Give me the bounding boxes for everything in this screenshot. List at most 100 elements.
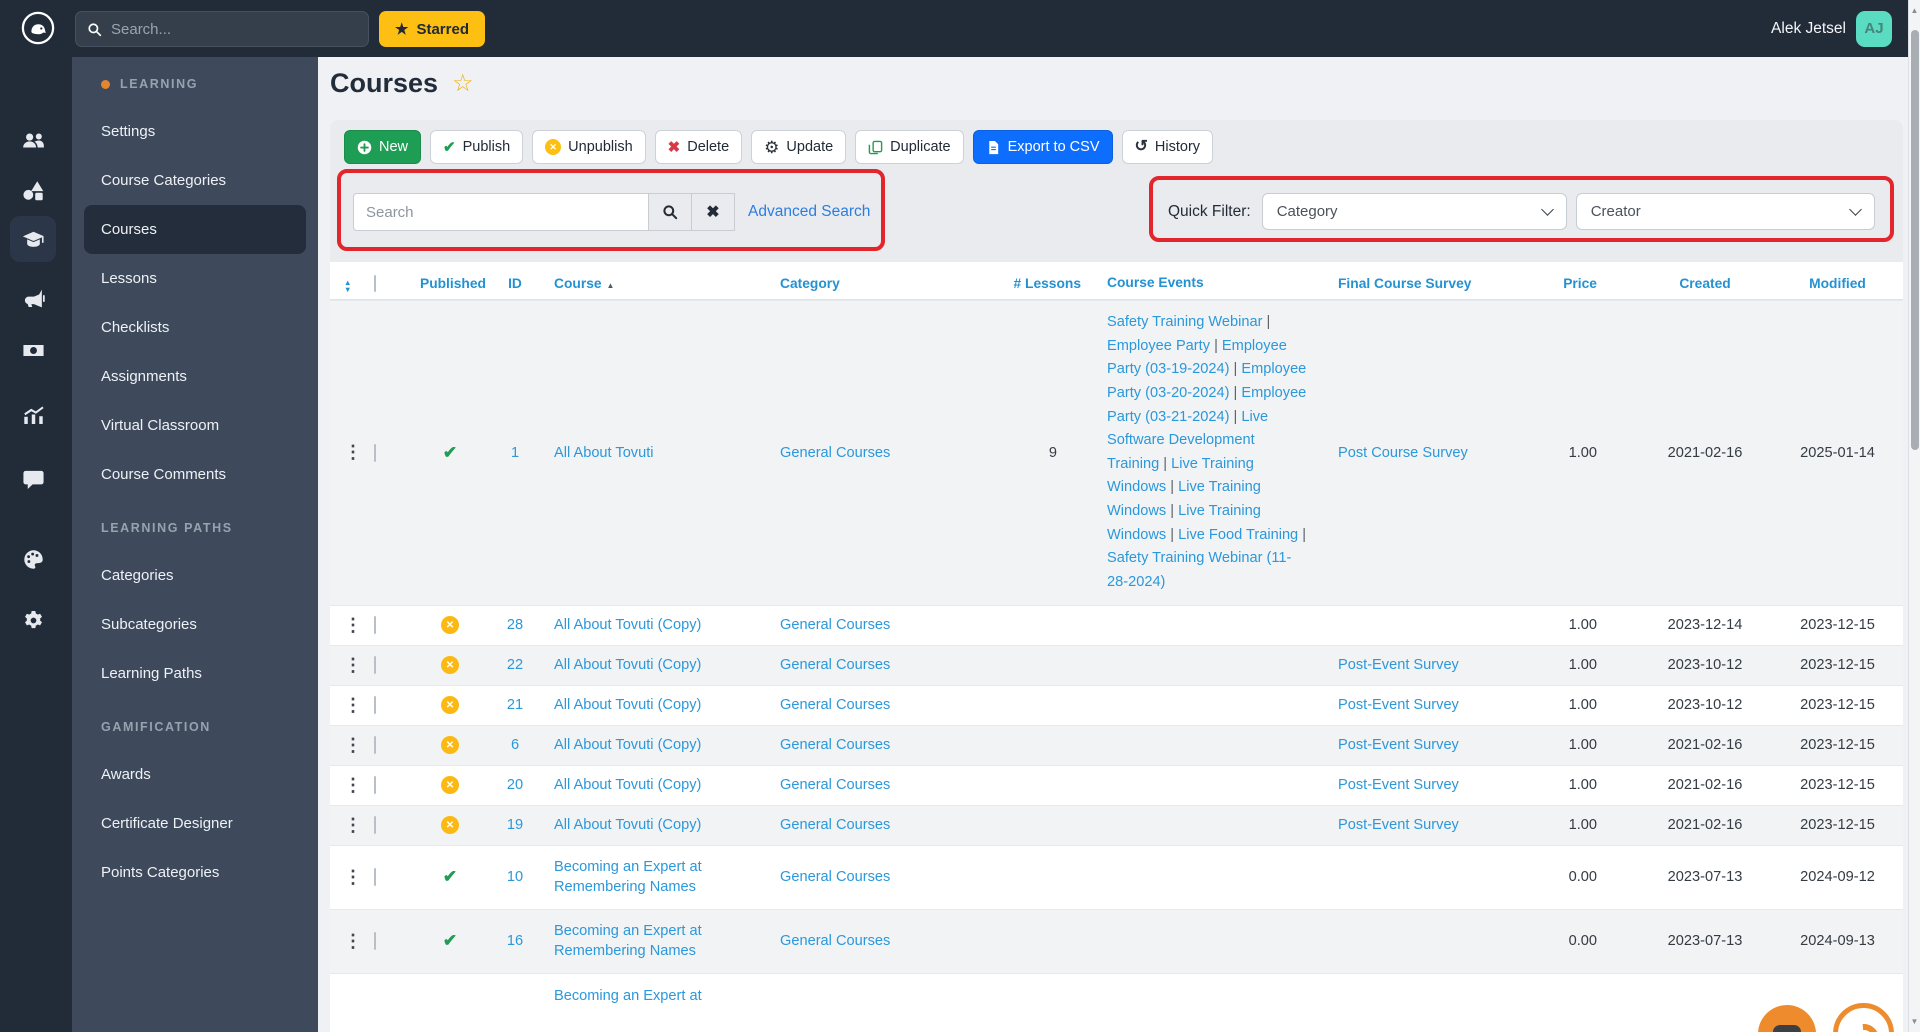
- row-drag-handle[interactable]: ⋮: [344, 868, 374, 887]
- duplicate-button[interactable]: Duplicate: [855, 130, 964, 164]
- sidebar-item-learning-paths[interactable]: Learning Paths: [72, 649, 318, 698]
- new-button[interactable]: New: [344, 130, 422, 164]
- page-scrollbar[interactable]: ▲ ▼: [1908, 0, 1920, 1032]
- table-search-input[interactable]: [353, 193, 649, 231]
- course-link[interactable]: All About Tovuti (Copy): [540, 775, 775, 795]
- select-all-checkbox[interactable]: [374, 274, 410, 292]
- checkbox[interactable]: [374, 932, 376, 951]
- final-course-survey-link[interactable]: Post-Event Survey: [1330, 817, 1555, 833]
- creator-filter-select[interactable]: Creator: [1575, 193, 1875, 230]
- course-link[interactable]: All About Tovuti (Copy): [540, 655, 775, 675]
- row-drag-handle[interactable]: ⋮: [344, 696, 374, 715]
- category-link[interactable]: General Courses: [775, 737, 1005, 753]
- palette-icon[interactable]: [10, 536, 56, 582]
- learning-graduation-cap-icon[interactable]: [10, 216, 56, 262]
- search-submit-button[interactable]: [649, 193, 692, 231]
- course-id-link[interactable]: 21: [490, 697, 540, 713]
- course-event-link[interactable]: Employee Party: [1107, 338, 1210, 354]
- row-drag-handle[interactable]: ⋮: [344, 736, 374, 755]
- category-link[interactable]: General Courses: [775, 445, 1005, 461]
- category-link[interactable]: General Courses: [775, 933, 1005, 949]
- column-header-course[interactable]: Course ▲: [540, 274, 775, 293]
- avatar[interactable]: AJ: [1856, 10, 1892, 47]
- money-icon[interactable]: [10, 327, 56, 373]
- course-id-link[interactable]: 10: [490, 869, 540, 885]
- row-drag-handle[interactable]: ⋮: [344, 616, 374, 635]
- sidebar-item-certificate-designer[interactable]: Certificate Designer: [72, 799, 318, 848]
- checkbox[interactable]: [374, 868, 376, 887]
- checkbox[interactable]: [374, 274, 376, 292]
- row-checkbox[interactable]: [374, 736, 410, 755]
- chart-icon[interactable]: [10, 391, 56, 437]
- course-link[interactable]: Becoming an Expert at Remembering Names: [540, 857, 775, 897]
- sidebar-item-settings[interactable]: Settings: [72, 107, 318, 156]
- course-id-link[interactable]: 20: [490, 777, 540, 793]
- final-course-survey-link[interactable]: Post-Event Survey: [1330, 777, 1555, 793]
- sidebar-item-courses[interactable]: Courses: [84, 205, 306, 254]
- course-link[interactable]: All About Tovuti (Copy): [540, 615, 775, 635]
- sort-rows-widget[interactable]: ▲ ▼: [344, 273, 374, 294]
- starred-button[interactable]: ★ Starred: [379, 11, 485, 47]
- publish-button[interactable]: ✔ Publish: [430, 130, 524, 164]
- checkbox[interactable]: [374, 616, 376, 635]
- course-link[interactable]: All About Tovuti (Copy): [540, 735, 775, 755]
- checkbox[interactable]: [374, 736, 376, 755]
- row-checkbox[interactable]: [374, 816, 410, 835]
- sidebar-item-virtual-classroom[interactable]: Virtual Classroom: [72, 401, 318, 450]
- final-course-survey-link[interactable]: Post-Event Survey: [1330, 697, 1555, 713]
- course-id-link[interactable]: 1: [490, 445, 540, 461]
- final-course-survey-link[interactable]: Post Course Survey: [1330, 445, 1555, 461]
- row-drag-handle[interactable]: ⋮: [344, 776, 374, 795]
- category-filter-select[interactable]: Category: [1261, 193, 1567, 230]
- sidebar-item-course-comments[interactable]: Course Comments: [72, 450, 318, 499]
- checkbox[interactable]: [374, 696, 376, 715]
- category-link[interactable]: General Courses: [775, 777, 1005, 793]
- course-event-link[interactable]: Safety Training Webinar: [1107, 314, 1262, 330]
- row-drag-handle[interactable]: ⋮: [344, 816, 374, 835]
- sidebar-item-points-categories[interactable]: Points Categories: [72, 848, 318, 897]
- sidebar-item-checklists[interactable]: Checklists: [72, 303, 318, 352]
- delete-button[interactable]: ✖ Delete: [654, 130, 743, 164]
- column-header-course-events[interactable]: Course Events: [1085, 262, 1330, 304]
- megaphone-icon[interactable]: [10, 275, 56, 321]
- column-header-lessons[interactable]: # Lessons: [1005, 276, 1085, 291]
- column-header-created[interactable]: Created: [1630, 276, 1780, 291]
- category-link[interactable]: General Courses: [775, 617, 1005, 633]
- global-search-input[interactable]: [111, 20, 341, 38]
- column-header-final-course-survey[interactable]: Final Course Survey: [1330, 276, 1555, 291]
- course-link[interactable]: All About Tovuti (Copy): [540, 695, 775, 715]
- row-drag-handle[interactable]: ⋮: [344, 656, 374, 675]
- course-id-link[interactable]: 16: [490, 933, 540, 949]
- sidebar-item-assignments[interactable]: Assignments: [72, 352, 318, 401]
- row-checkbox[interactable]: [374, 696, 410, 715]
- course-id-link[interactable]: 28: [490, 617, 540, 633]
- course-link[interactable]: All About Tovuti (Copy): [540, 815, 775, 835]
- unpublish-button[interactable]: ✕ Unpublish: [532, 130, 646, 164]
- chat-icon[interactable]: [10, 456, 56, 502]
- row-checkbox[interactable]: [374, 656, 410, 675]
- final-course-survey-link[interactable]: Post-Event Survey: [1330, 657, 1555, 673]
- course-id-link[interactable]: 19: [490, 817, 540, 833]
- scrollbar-thumb[interactable]: [1910, 30, 1919, 450]
- category-link[interactable]: General Courses: [775, 817, 1005, 833]
- user-name[interactable]: Alek Jetsel: [1771, 20, 1846, 38]
- row-checkbox[interactable]: [374, 616, 410, 635]
- column-header-modified[interactable]: Modified: [1780, 276, 1895, 291]
- category-link[interactable]: General Courses: [775, 869, 1005, 885]
- checkbox[interactable]: [374, 776, 376, 795]
- column-header-category[interactable]: Category: [775, 276, 1005, 291]
- checkbox[interactable]: [374, 816, 376, 835]
- row-checkbox[interactable]: [374, 776, 410, 795]
- favorite-star-icon[interactable]: ☆: [452, 71, 474, 96]
- checkbox[interactable]: [374, 656, 376, 675]
- sidebar-item-course-categories[interactable]: Course Categories: [72, 156, 318, 205]
- gear-icon[interactable]: [10, 597, 56, 643]
- course-id-link[interactable]: 6: [490, 737, 540, 753]
- tovuti-logo-icon[interactable]: [21, 11, 55, 45]
- course-link[interactable]: Becoming an Expert at: [540, 974, 775, 1006]
- row-drag-handle[interactable]: ⋮: [344, 932, 374, 951]
- scroll-down-arrow-icon[interactable]: ▼: [1909, 1017, 1920, 1026]
- column-header-published[interactable]: Published: [410, 276, 490, 291]
- shapes-icon[interactable]: [10, 167, 56, 213]
- row-checkbox[interactable]: [374, 932, 410, 951]
